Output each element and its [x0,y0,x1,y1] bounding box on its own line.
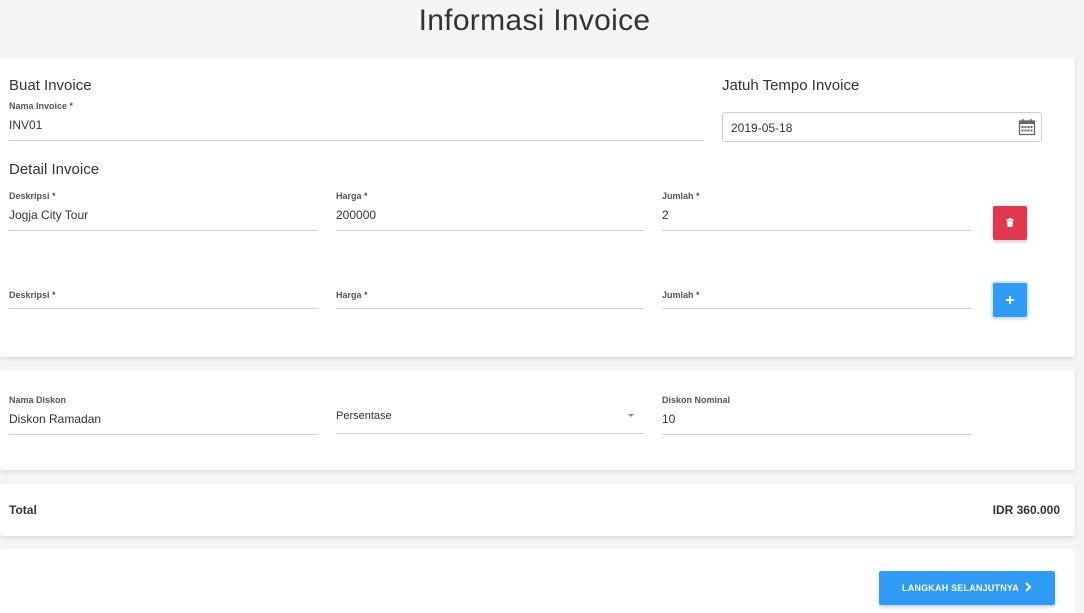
new-item-description-label: Deskripsi * [9,290,56,300]
calendar-icon[interactable] [1018,118,1036,141]
discount-card: Nama Diskon Diskon Ramadan Persentase Di… [0,370,1075,470]
trash-icon [1006,214,1014,232]
discount-nominal-label: Diskon Nominal [662,395,731,405]
due-date-input[interactable]: 2019-05-18 [722,112,1042,142]
new-item-quantity-label: Jumlah * [662,290,700,300]
new-item-quantity-field[interactable]: Jumlah * [662,287,971,309]
invoice-card: Buat Invoice Nama Invoice * INV01 Jatuh … [0,58,1075,357]
chevron-right-icon [1025,579,1032,597]
discount-type-select[interactable]: Persentase [336,392,644,434]
item-price-label: Harga * [336,191,368,201]
item-price-field[interactable]: Harga * 200000 [336,188,644,231]
discount-nominal-value: 10 [662,412,676,426]
page-title: Informasi Invoice [418,4,651,37]
invoice-name-value: INV01 [9,118,43,132]
next-step-label: LANGKAH SELANJUTNYA [902,583,1019,593]
footer-card: LANGKAH SELANJUTNYA [0,549,1075,613]
new-item-price-field[interactable]: Harga * [336,287,644,309]
total-card: Total IDR 360.000 [0,484,1075,536]
item-price-value: 200000 [336,208,377,222]
detail-invoice-heading: Detail Invoice [9,161,100,178]
item-quantity-value: 2 [662,208,669,222]
due-date-value: 2019-05-18 [731,121,793,135]
new-item-price-label: Harga * [336,290,368,300]
due-date-heading: Jatuh Tempo Invoice [722,77,860,94]
delete-item-button[interactable] [993,206,1027,240]
discount-name-field[interactable]: Nama Diskon Diskon Ramadan [9,392,318,435]
invoice-name-label: Nama Invoice * [9,101,74,111]
next-step-button[interactable]: LANGKAH SELANJUTNYA [879,571,1055,605]
item-description-field[interactable]: Deskripsi * Jogja City Tour [9,188,318,231]
total-value: IDR 360.000 [992,503,1060,517]
invoice-name-field[interactable]: Nama Invoice * INV01 [9,98,704,141]
item-description-label: Deskripsi * [9,191,56,201]
create-invoice-heading: Buat Invoice [9,77,92,94]
discount-name-value: Diskon Ramadan [9,412,102,426]
chevron-down-icon [628,414,634,417]
plus-icon [1006,291,1014,309]
item-description-value: Jogja City Tour [9,208,89,222]
discount-nominal-field[interactable]: Diskon Nominal 10 [662,392,971,435]
add-item-button[interactable] [993,283,1027,317]
discount-name-label: Nama Diskon [9,395,67,405]
item-quantity-field[interactable]: Jumlah * 2 [662,188,971,231]
item-quantity-label: Jumlah * [662,191,700,201]
new-item-description-field[interactable]: Deskripsi * [9,287,318,309]
total-label: Total [9,503,37,517]
discount-type-value: Persentase [336,410,392,422]
